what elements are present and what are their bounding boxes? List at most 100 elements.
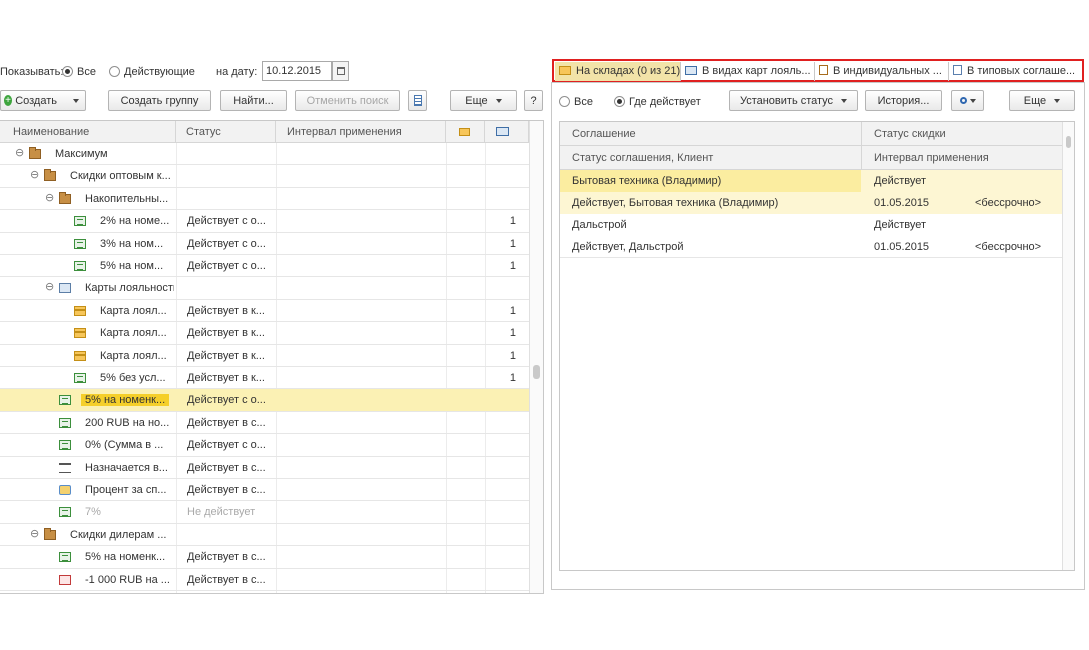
row-card-count: 1 bbox=[509, 327, 516, 340]
row-name-text: 5% на номенк... bbox=[81, 394, 170, 407]
row-name-text: 0% (Сумма в ... bbox=[85, 439, 164, 452]
row-name: 2% на номе... bbox=[100, 210, 174, 232]
table-row[interactable]: 3% на ном... Действует с о... 1 bbox=[0, 233, 529, 255]
collapse-toggle[interactable]: ⊖ bbox=[15, 148, 24, 159]
column-card[interactable] bbox=[446, 121, 485, 143]
column-interval[interactable]: Интервал применения bbox=[276, 121, 446, 143]
row-name-text: Карты лояльности bbox=[85, 282, 174, 295]
agreement-detail: Действует, Дальстрой bbox=[572, 241, 684, 253]
chevron-down-icon bbox=[1054, 98, 1061, 103]
table-row[interactable]: Карта лоял... Действует в к... 1 bbox=[0, 300, 529, 323]
row-card-count bbox=[496, 501, 516, 523]
more-button-right-label: Еще bbox=[1023, 94, 1047, 107]
date-field[interactable]: 10.12.2015 bbox=[262, 61, 332, 81]
set-status-button[interactable]: Установить статус bbox=[729, 90, 858, 111]
table-row[interactable]: -1 000 RUB на ... Действует в с... bbox=[0, 569, 529, 591]
table-row[interactable]: ⊖ Накопительны... bbox=[0, 188, 529, 211]
set-status-label: Установить статус bbox=[739, 94, 834, 107]
table-row[interactable]: Назначается в... Действует в с... bbox=[0, 457, 529, 479]
table-row[interactable]: ⊖ Максимум bbox=[0, 143, 529, 166]
collapse-toggle[interactable]: ⊖ bbox=[45, 192, 54, 203]
agreements-table[interactable]: Соглашение Статус скидки Статус соглашен… bbox=[559, 121, 1075, 571]
row-status: Действует в с... bbox=[187, 573, 266, 586]
interval-end: <бессрочно> bbox=[975, 241, 1042, 253]
table-subheader: Статус соглашения, Клиент Интервал приме… bbox=[560, 146, 1063, 170]
row-name: Скидки дилерам ... bbox=[70, 524, 174, 546]
discounts-table[interactable]: Наименование Статус Интервал применения … bbox=[0, 120, 544, 594]
create-group-button[interactable]: Создать группу bbox=[108, 90, 211, 111]
radio-active-indicator[interactable] bbox=[109, 66, 120, 77]
table-row[interactable]: ⊖ Карты лояльности bbox=[0, 277, 529, 300]
right-radio-where-active[interactable]: Где действует bbox=[614, 94, 701, 110]
column-agreement-status-client[interactable]: Статус соглашения, Клиент bbox=[572, 147, 713, 169]
money-icon bbox=[74, 238, 86, 249]
table-row[interactable]: 2% на номе... Действует с о... 1 bbox=[0, 210, 529, 233]
search-button[interactable] bbox=[951, 90, 984, 111]
row-name-text: Накопительны... bbox=[85, 192, 169, 205]
radio-active[interactable]: Действующие bbox=[109, 64, 195, 80]
right-radio-all-indicator[interactable] bbox=[559, 96, 570, 107]
scrollbar-thumb[interactable] bbox=[533, 365, 540, 379]
column-name[interactable]: Наименование bbox=[0, 121, 176, 143]
list-settings-icon bbox=[413, 95, 422, 106]
collapse-toggle[interactable]: ⊖ bbox=[30, 528, 39, 539]
row-name: Карта лоял... bbox=[100, 345, 174, 367]
row-name: 3% на ном... bbox=[100, 233, 174, 255]
more-button-right[interactable]: Еще bbox=[1009, 90, 1075, 111]
table-row[interactable]: 0% (Сумма в ... Действует с о... bbox=[0, 434, 529, 457]
right-radio-where-active-indicator[interactable] bbox=[614, 96, 625, 107]
column-status[interactable]: Статус bbox=[176, 121, 276, 143]
row-status: Действует с о... bbox=[187, 394, 266, 407]
tab-warehouses[interactable]: На складах (0 из 21) bbox=[555, 62, 681, 81]
tab-standard-agreements[interactable]: В типовых соглаше... bbox=[949, 62, 1081, 81]
table-row[interactable]: 5% на номенк... Действует в с... bbox=[0, 546, 529, 569]
radio-all-indicator[interactable] bbox=[62, 66, 73, 77]
create-button[interactable]: + Создать bbox=[0, 90, 86, 111]
help-button[interactable]: ? bbox=[524, 90, 543, 111]
tab-warehouses-label: На складах (0 из 21) bbox=[576, 65, 681, 77]
interval-start: 01.05.2015 bbox=[874, 197, 930, 209]
scrollbar-thumb[interactable] bbox=[1066, 136, 1071, 148]
vertical-scrollbar[interactable] bbox=[1062, 122, 1074, 570]
table-row[interactable]: ⊖ Скидки дилерам ... bbox=[0, 524, 529, 547]
money-icon bbox=[74, 373, 86, 383]
card-icon bbox=[74, 328, 86, 339]
table-row[interactable]: Бытовая техника (Владимир) Действует Дей… bbox=[560, 170, 1063, 214]
row-card-count bbox=[496, 457, 516, 479]
column-interval[interactable]: Интервал применения bbox=[874, 147, 989, 169]
table-row[interactable]: 7% Не действует bbox=[0, 501, 529, 524]
tab-individual-agreements[interactable]: В индивидуальных ... bbox=[815, 62, 949, 81]
row-name-text: 200 RUB на но... bbox=[85, 416, 170, 429]
table-row[interactable]: 5% без усл... Действует в к... 1 bbox=[0, 367, 529, 390]
find-button[interactable]: Найти... bbox=[220, 90, 287, 111]
row-status bbox=[187, 165, 273, 187]
radio-all[interactable]: Все bbox=[62, 64, 96, 80]
table-row[interactable]: 5% на ном... Действует с о... 1 bbox=[0, 255, 529, 278]
row-name-text: Карта лоял... bbox=[100, 349, 167, 362]
tab-loyalty-cards[interactable]: В видах карт лояль... bbox=[681, 62, 815, 81]
collapse-toggle[interactable]: ⊖ bbox=[45, 282, 54, 293]
right-radio-all[interactable]: Все bbox=[559, 94, 593, 110]
vertical-scrollbar[interactable] bbox=[529, 121, 543, 593]
table-row[interactable]: ⊖ Скидки оптовым к... bbox=[0, 165, 529, 188]
row-status: Действует в к... bbox=[187, 327, 265, 340]
column-agreement[interactable]: Соглашение bbox=[572, 123, 636, 145]
cards-folder-icon bbox=[59, 283, 71, 294]
column-discount-status[interactable]: Статус скидки bbox=[874, 123, 946, 145]
more-button-left[interactable]: Еще bbox=[450, 90, 517, 111]
collapse-toggle[interactable]: ⊖ bbox=[30, 170, 39, 181]
table-row[interactable]: 200 RUB на но... Действует в с... bbox=[0, 412, 529, 435]
list-settings-button[interactable] bbox=[408, 90, 427, 111]
table-row[interactable]: 5% на номенк... Действует с о... bbox=[0, 389, 529, 412]
agreement-name: Дальстрой bbox=[572, 219, 627, 231]
folder-icon bbox=[59, 191, 71, 204]
table-row[interactable]: Дальстрой Действует Действует, Дальстрой… bbox=[560, 214, 1063, 258]
table-row[interactable]: Карта лоял... Действует в к... 1 bbox=[0, 345, 529, 367]
history-button[interactable]: История... bbox=[865, 90, 942, 111]
table-row[interactable]: Процент за сп... Действует в с... bbox=[0, 479, 529, 502]
table-row[interactable]: Карта лоял... Действует в к... 1 bbox=[0, 322, 529, 345]
row-name: Накопительны... bbox=[85, 188, 174, 210]
cancel-search-button[interactable]: Отменить поиск bbox=[295, 90, 400, 111]
column-cards[interactable] bbox=[485, 121, 529, 143]
calendar-button[interactable] bbox=[332, 61, 349, 81]
